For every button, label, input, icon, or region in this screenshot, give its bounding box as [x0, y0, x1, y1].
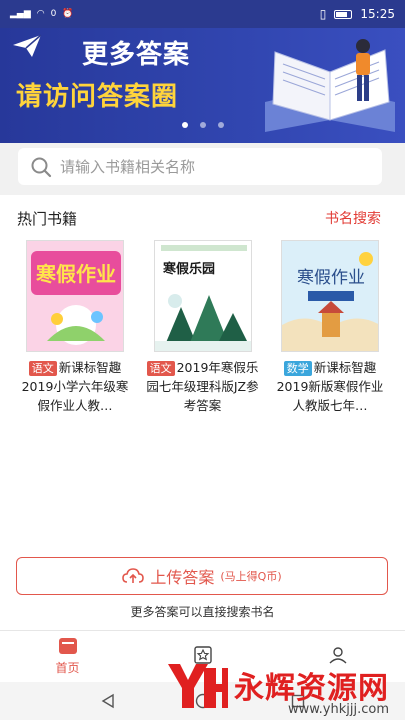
book-list: 寒假作业 语文 新课标智趣2019小学六年级寒假作业人教… 寒假乐园 语文 20…: [16, 240, 389, 415]
signal-icon: ▂▄▆: [10, 9, 31, 19]
banner-line-1: 更多答案: [82, 40, 191, 70]
watermark-url: www.yhkjjj.com: [287, 702, 389, 717]
status-bar: ▂▄▆ ◠ 0 ⏰ ▯ 15:25: [0, 0, 405, 28]
svg-text:寒假作业: 寒假作业: [36, 262, 116, 286]
search-box[interactable]: [18, 148, 382, 185]
vibrate-icon: ▯: [319, 7, 327, 21]
svg-text:寒假乐园: 寒假乐园: [161, 261, 214, 277]
search-area: [0, 143, 405, 195]
upload-hint: 更多答案可以直接搜索书名: [130, 605, 275, 619]
book-title: 语文 2019年寒假乐园七年级理科版JZ参考答案: [144, 358, 262, 415]
search-input[interactable]: [60, 157, 360, 176]
status-right: ▯ 15:25: [320, 7, 395, 21]
back-button[interactable]: [98, 691, 118, 711]
book-card[interactable]: 寒假乐园 语文 2019年寒假乐园七年级理科版JZ参考答案: [144, 240, 262, 415]
book-cover: 寒假作业: [281, 240, 379, 352]
carousel-dot[interactable]: [199, 122, 206, 128]
back-triangle-icon: [101, 693, 114, 709]
carousel-dots[interactable]: [0, 122, 405, 128]
banner-line-2: 请访问答案圈: [16, 82, 179, 112]
promo-banner[interactable]: 更多答案 请访问答案圈: [0, 28, 405, 143]
book-card[interactable]: 寒假作业 语文 新课标智趣2019小学六年级寒假作业人教…: [16, 240, 134, 415]
book-card[interactable]: 寒假作业 数学 新课标智趣2019新版寒假作业人教版七年…: [271, 240, 389, 415]
watermark-text: 永辉资源网: [234, 671, 389, 706]
svg-text:寒假作业: 寒假作业: [297, 268, 365, 288]
search-icon: [31, 157, 52, 177]
battery-icon: [334, 9, 353, 19]
subject-badge: 数学: [283, 361, 312, 376]
carousel-dot[interactable]: [217, 122, 224, 128]
network-speed: 0: [50, 9, 57, 19]
alarm-icon: ⏰: [62, 9, 74, 19]
tab-home-label: 首页: [55, 661, 80, 675]
hot-books-header: 热门书籍 书名搜索: [0, 206, 405, 230]
book-cover: 寒假乐园: [153, 240, 252, 352]
cloud-upload-icon: [122, 568, 145, 583]
book-cover: 寒假作业: [26, 240, 124, 352]
tab-home[interactable]: 首页: [0, 631, 135, 682]
status-left: ▂▄▆ ◠ 0 ⏰: [10, 9, 74, 19]
subject-badge: 语文: [28, 361, 57, 376]
search-by-title-link[interactable]: 书名搜索: [325, 208, 381, 228]
upload-reward: (马上得Q币): [220, 570, 282, 583]
carousel-dot[interactable]: [181, 122, 188, 128]
book-title: 语文 新课标智趣2019小学六年级寒假作业人教…: [16, 358, 134, 415]
watermark: 永辉资源网 www.yhkjjj.com: [164, 658, 389, 717]
watermark-logo: [168, 664, 228, 708]
wifi-icon: ◠: [36, 9, 45, 19]
home-icon: [58, 638, 77, 654]
paper-plane-icon: [13, 34, 42, 57]
subject-badge: 语文: [146, 361, 175, 376]
clock: 15:25: [360, 7, 395, 21]
upload-answer-button[interactable]: 上传答案 (马上得Q币): [16, 557, 388, 595]
upload-label: 上传答案: [150, 568, 215, 587]
book-title: 数学 新课标智趣2019新版寒假作业人教版七年…: [271, 358, 389, 415]
section-title: 热门书籍: [17, 210, 78, 228]
